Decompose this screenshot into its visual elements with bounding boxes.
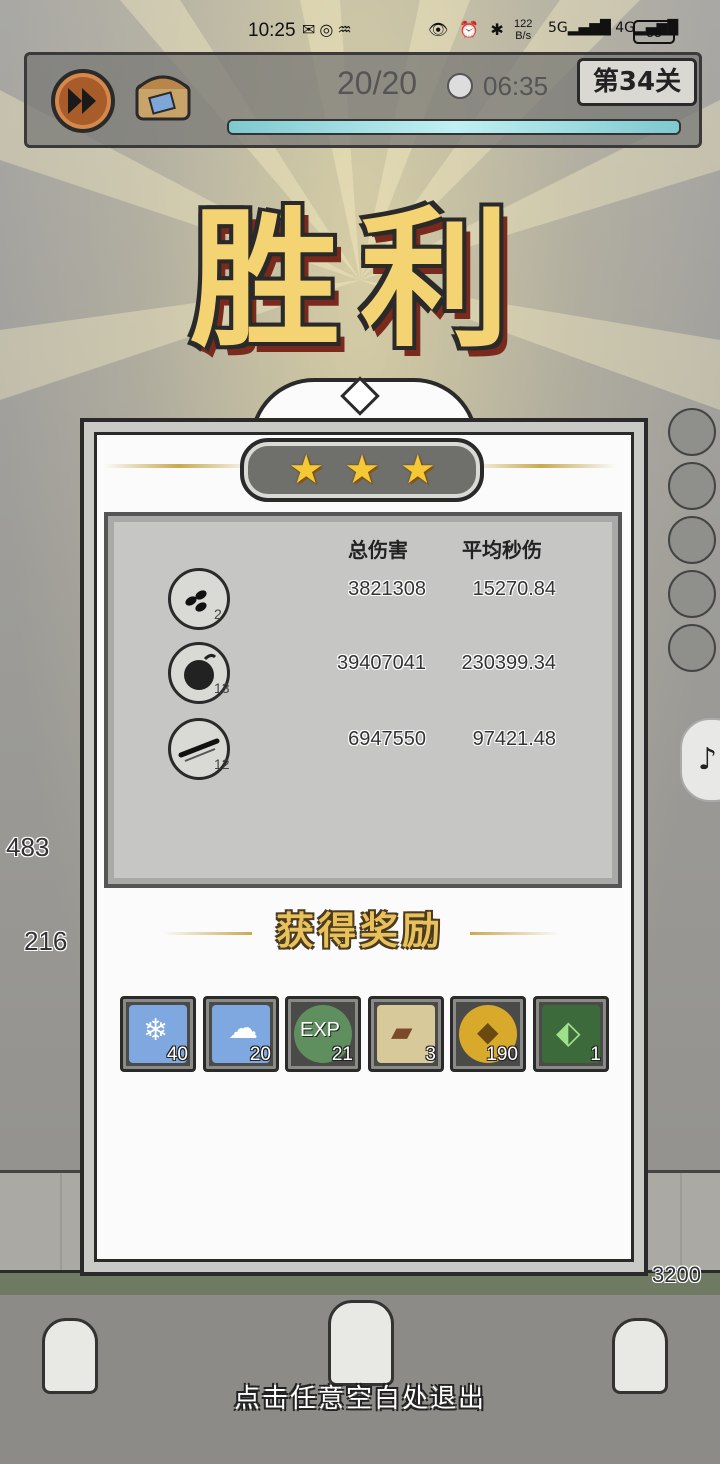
star-icon: ★ <box>288 447 325 493</box>
level-badge: 第34关 <box>577 58 697 106</box>
reward-count: 190 <box>486 1044 518 1065</box>
side-skill-slot-2[interactable] <box>668 462 716 510</box>
star-icon: ★ <box>344 447 380 493</box>
side-skill-slot-5[interactable] <box>668 624 716 672</box>
reward-item[interactable]: ❄ 40 <box>120 996 196 1072</box>
reward-count: 21 <box>331 1044 353 1065</box>
damage-stats-table: 总伤害 平均秒伤 2 3821308 15270.84 13 39407041 … <box>104 512 622 888</box>
reward-item[interactable]: EXP 21 <box>285 996 361 1072</box>
reward-divider-left <box>162 932 252 935</box>
skill-level: 12 <box>214 756 230 772</box>
fast-forward-button[interactable] <box>51 69 115 133</box>
side-skill-slot-1[interactable] <box>668 408 716 456</box>
stars-rating: ★ ★ ★ <box>240 438 484 502</box>
exit-hint[interactable]: 点击任意空白处退出 <box>0 1378 720 1415</box>
col-header-total-damage: 总伤害 <box>348 538 408 562</box>
reward-count: 1 <box>590 1044 601 1065</box>
col-header-avg-dps: 平均秒伤 <box>462 538 542 562</box>
stats-row: 12 6947550 97421.48 <box>108 718 618 780</box>
battery-indicator: 53 <box>633 20 675 44</box>
treasure-chest-icon[interactable] <box>131 65 195 125</box>
status-app-icons: ✉◎♒ <box>302 20 356 39</box>
battle-timer: 06:35 <box>483 71 549 101</box>
total-damage: 6947550 <box>348 728 426 750</box>
total-damage: 39407041 <box>337 652 426 674</box>
rewards-title: 获得奖励 <box>275 908 444 953</box>
reward-count: 20 <box>249 1044 271 1065</box>
side-skill-slot-3[interactable] <box>668 516 716 564</box>
reward-item[interactable]: ◆ 190 <box>450 996 526 1072</box>
enemy-hp-1: 483 <box>6 832 50 862</box>
stats-row: 13 39407041 230399.34 <box>108 642 618 704</box>
avg-dps: 15270.84 <box>472 578 556 600</box>
music-note-icon: ♪ <box>698 742 718 777</box>
status-net-speed: 122 B/s <box>514 18 533 42</box>
reward-item[interactable]: ▰ 3 <box>368 996 444 1072</box>
reward-item[interactable]: ☁ 20 <box>203 996 279 1072</box>
stars-divider-right <box>466 464 616 468</box>
side-skill-slot-4[interactable] <box>668 570 716 618</box>
star-icon: ★ <box>399 447 436 493</box>
victory-title: 胜利 <box>190 192 531 368</box>
floating-app-button[interactable]: ♪ <box>680 718 720 802</box>
reward-item[interactable]: ⬖ 1 <box>533 996 609 1072</box>
fast-forward-icon <box>68 88 96 114</box>
wave-progress-fill <box>229 121 679 133</box>
wizard-unit-center <box>328 1300 394 1386</box>
stars-divider-left <box>104 464 254 468</box>
skill-level: 2 <box>214 606 222 622</box>
clock-icon <box>447 73 473 99</box>
base-hp: 3200 <box>652 1262 701 1287</box>
total-damage: 3821308 <box>348 578 426 600</box>
reward-divider-right <box>470 932 560 935</box>
reward-count: 40 <box>166 1044 188 1065</box>
wave-progress-bar <box>227 119 681 135</box>
reward-count: 3 <box>425 1044 436 1065</box>
top-hud: 20/20 06:35 第34关 <box>24 52 702 148</box>
status-system-icons: 👁 ⏰ ✱ <box>428 20 507 39</box>
skill-level: 13 <box>214 680 230 696</box>
enemy-hp-2: 216 <box>24 926 68 956</box>
wave-counter: 20/20 <box>337 65 418 101</box>
avg-dps: 230399.34 <box>461 652 556 674</box>
status-time: 10:25 <box>248 20 296 41</box>
stats-row: 2 3821308 15270.84 <box>108 568 618 630</box>
avg-dps: 97421.48 <box>472 728 556 750</box>
status-bar: 10:25 ✉◎♒ 👁 ⏰ ✱ 122 B/s 5G▂▄▆█ 4G▂▄▆█ 53 <box>0 14 720 50</box>
